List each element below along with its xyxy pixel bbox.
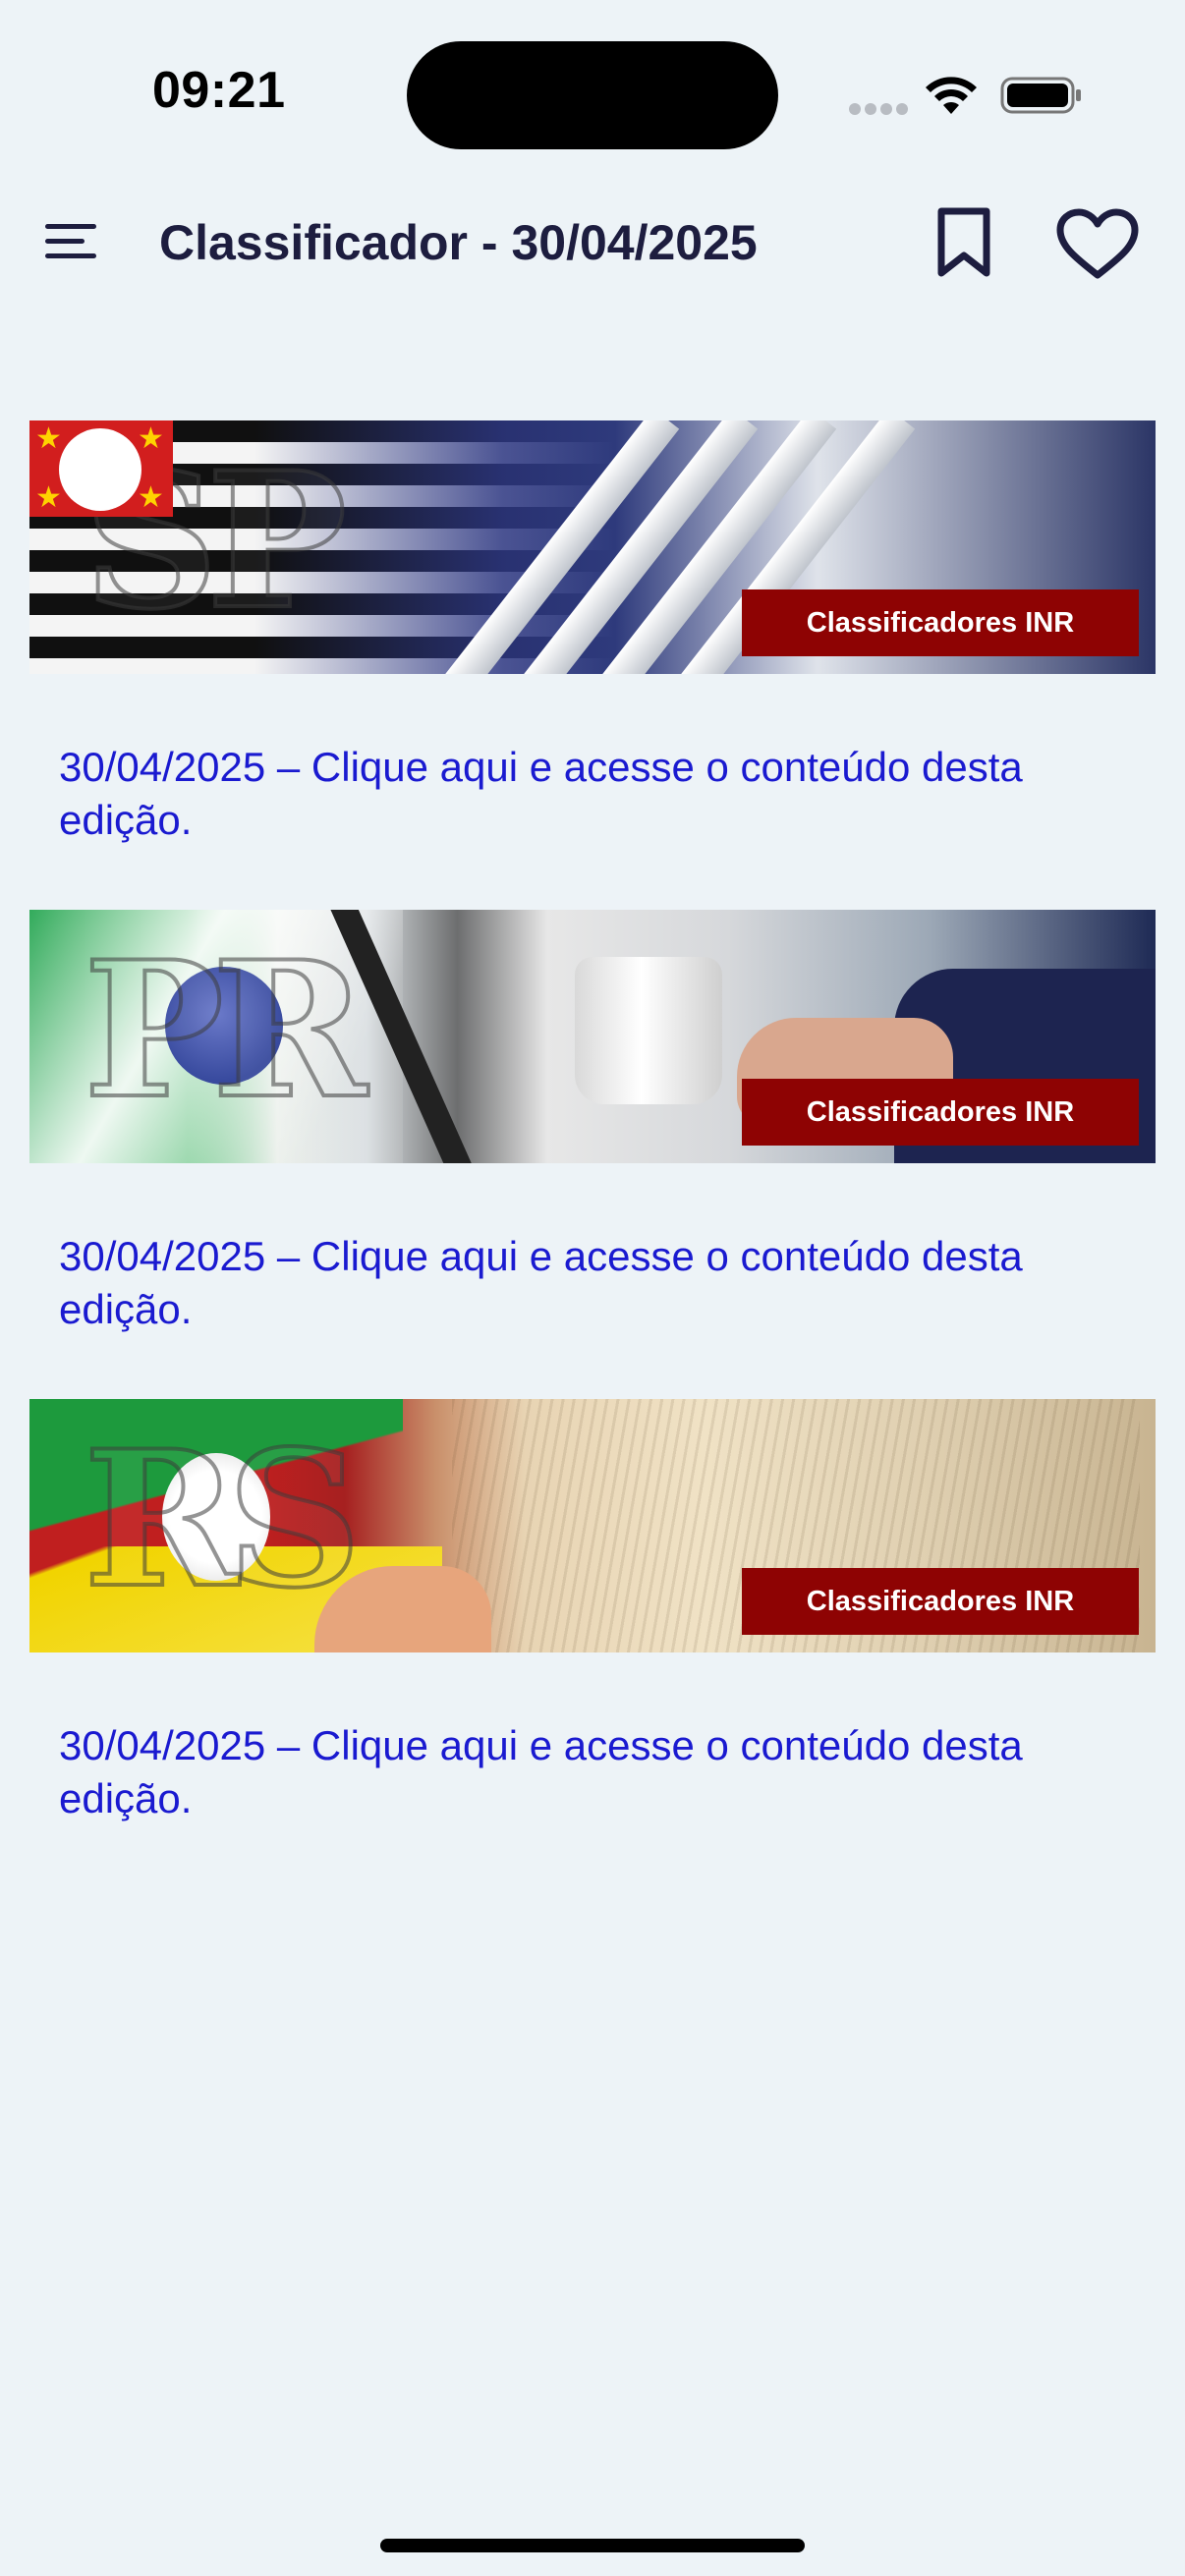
wifi-icon bbox=[926, 77, 977, 114]
page-title: Classificador - 30/04/2025 bbox=[159, 215, 758, 270]
edition-link[interactable]: 30/04/2025 – Clique aqui e acesse o cont… bbox=[59, 1230, 1150, 1336]
state-watermark-pr: PR bbox=[82, 921, 369, 1140]
edition-link[interactable]: 30/04/2025 – Clique aqui e acesse o cont… bbox=[59, 741, 1150, 847]
edition-card-pr: PR Classificadores INR 30/04/2025 – Cliq… bbox=[29, 910, 1156, 1336]
bookmark-icon[interactable] bbox=[931, 206, 996, 279]
banner-badge: Classificadores INR bbox=[742, 589, 1139, 656]
sp-flag-emblem: ★ ★ ★ ★ bbox=[29, 420, 173, 517]
menu-icon[interactable] bbox=[43, 220, 100, 263]
status-time: 09:21 bbox=[152, 62, 286, 119]
banner-pr[interactable]: PR Classificadores INR bbox=[29, 910, 1156, 1163]
banner-badge: Classificadores INR bbox=[742, 1568, 1139, 1635]
cellular-signal-icon bbox=[849, 103, 908, 115]
status-bar: 09:21 bbox=[0, 0, 1185, 187]
state-watermark-rs: RS bbox=[82, 1410, 364, 1629]
edition-link[interactable]: 30/04/2025 – Clique aqui e acesse o cont… bbox=[59, 1719, 1150, 1825]
banner-sp[interactable]: SP ★ ★ ★ ★ Classificadores INR bbox=[29, 420, 1156, 674]
battery-icon bbox=[1000, 77, 1081, 114]
edition-card-rs: RS Classificadores INR 30/04/2025 – Cliq… bbox=[29, 1399, 1156, 1825]
heart-icon[interactable] bbox=[1055, 208, 1140, 281]
app-bar: Classificador - 30/04/2025 bbox=[0, 187, 1185, 295]
home-indicator[interactable] bbox=[380, 2539, 805, 2552]
dynamic-island bbox=[407, 41, 778, 149]
banner-badge: Classificadores INR bbox=[742, 1079, 1139, 1146]
banner-rs[interactable]: RS Classificadores INR bbox=[29, 1399, 1156, 1652]
edition-card-sp: SP ★ ★ ★ ★ Classificadores INR 30/04/202… bbox=[29, 420, 1156, 847]
